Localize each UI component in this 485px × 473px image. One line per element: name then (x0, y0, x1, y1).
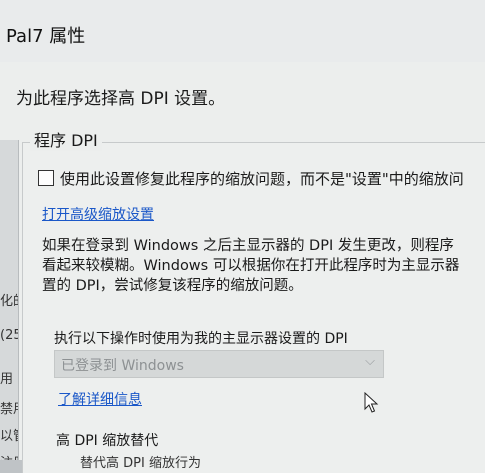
background-text: 以管 (0, 429, 18, 444)
dpi-select-label: 执行以下操作时使用为我的主显示器设置的 DPI (54, 331, 348, 347)
window-title: Pal7 属性 (6, 26, 86, 47)
background-text: 化的 (0, 294, 18, 309)
dpi-timing-select[interactable]: 已登录到 Windows ⌵ (54, 350, 384, 378)
title-bar: Pal7 属性 (0, 0, 485, 62)
mouse-pointer-icon (364, 392, 379, 413)
background-text: 禁用全 (0, 402, 18, 417)
dpi-override-checkbox[interactable] (38, 170, 54, 186)
program-dpi-legend: 程序 DPI (30, 127, 102, 151)
dpi-prompt: 为此程序选择高 DPI 设置。 (16, 89, 226, 109)
background-window: 化的 (25 用 64 禁用全 以管 注册 (0, 140, 19, 460)
background-text: 注册 (0, 452, 18, 460)
dpi-override-legend: 高 DPI 缩放替代 (56, 433, 159, 449)
dpi-override-checkbox-label[interactable]: 使用此设置修复此程序的缩放问题，而不是"设置"中的缩放问 (60, 168, 464, 189)
chevron-down-icon: ⌵ (365, 354, 375, 369)
advanced-scaling-link[interactable]: 打开高级缩放设置 (42, 204, 154, 224)
override-behavior-text: 替代高 DPI 缩放行为 (80, 456, 201, 471)
description-line: 如果在登录到 Windows 之后主显示器的 DPI 发生更改，则程序 (42, 238, 454, 254)
dpi-select-value: 已登录到 Windows (61, 358, 184, 374)
background-text: (25 (0, 328, 18, 343)
description-line: 置的 DPI，尝试修复该程序的缩放问题。 (42, 278, 303, 294)
dpi-description: 如果在登录到 Windows 之后主显示器的 DPI 发生更改，则程序 看起来较… (42, 236, 485, 296)
background-text: 用 64 (0, 372, 18, 387)
program-dpi-group (22, 142, 485, 473)
learn-more-link[interactable]: 了解详细信息 (58, 389, 142, 409)
description-line: 看起来较模糊。Windows 可以根据你在打开此程序时为主显示器 (42, 258, 460, 274)
